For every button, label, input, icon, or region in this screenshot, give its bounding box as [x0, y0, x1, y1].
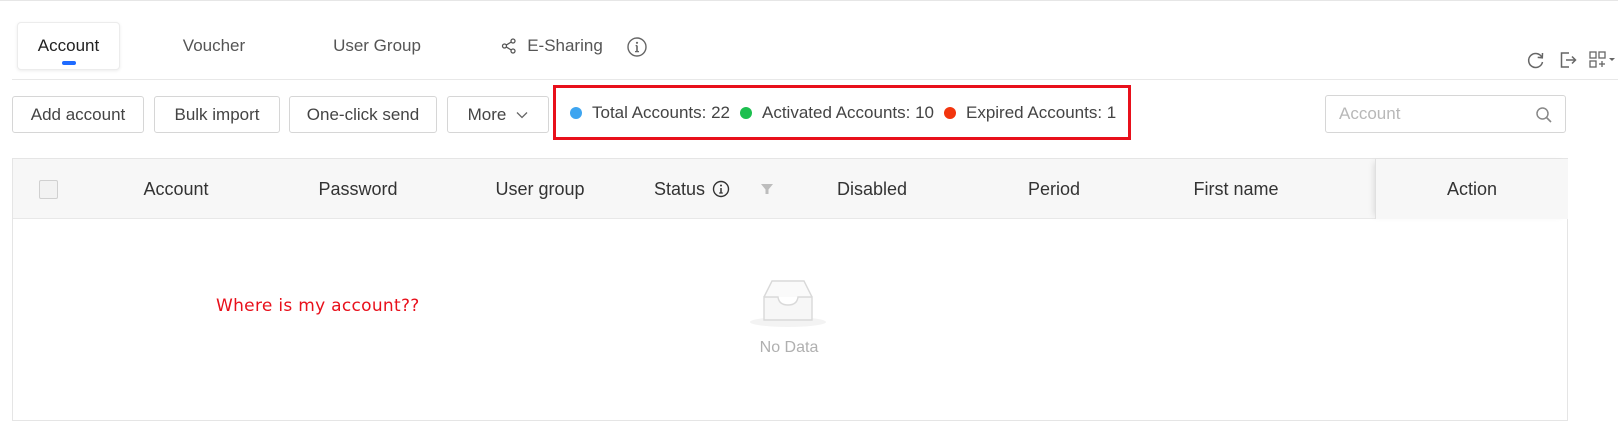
export-icon[interactable] — [1556, 48, 1580, 72]
account-stats-highlight: Total Accounts: 22 Activated Accounts: 1… — [553, 85, 1131, 140]
tab-label: E-Sharing — [527, 36, 603, 55]
expired-accounts-stat: Expired Accounts: 1 — [943, 102, 1117, 123]
add-account-button[interactable]: Add account — [12, 96, 144, 133]
tab-e-sharing[interactable]: E-Sharing — [494, 22, 610, 70]
status-dot-red — [943, 106, 956, 119]
one-click-send-button[interactable]: One-click send — [289, 96, 437, 133]
column-header-user-group: User group — [465, 159, 615, 219]
tab-divider — [12, 79, 1618, 80]
search-input[interactable] — [1339, 96, 1529, 132]
filter-icon[interactable] — [760, 182, 774, 196]
info-circle-icon[interactable] — [626, 36, 648, 58]
column-header-password: Password — [283, 159, 433, 219]
top-border — [0, 0, 1618, 1]
active-tab-indicator — [61, 61, 76, 65]
button-label: More — [467, 104, 507, 124]
empty-inbox-icon — [738, 275, 838, 336]
more-dropdown-button[interactable]: More — [447, 96, 549, 133]
column-label: Action — [1446, 178, 1498, 199]
stat-label: Total Accounts: 22 — [592, 102, 730, 122]
stat-label: Expired Accounts: 1 — [965, 102, 1117, 122]
column-label: Status — [653, 178, 706, 199]
empty-state-text: No Data — [759, 339, 819, 356]
refresh-icon[interactable] — [1524, 48, 1548, 72]
column-label: User group — [495, 178, 585, 199]
activated-accounts-stat: Activated Accounts: 10 — [739, 102, 934, 123]
button-label: One-click send — [306, 104, 420, 124]
tab-user-group[interactable]: User Group — [318, 22, 436, 70]
table-header: Account Password User group Status Disab… — [13, 159, 1568, 219]
select-all-checkbox[interactable] — [39, 180, 58, 199]
table-tools — [1524, 48, 1618, 72]
button-label: Add account — [30, 104, 126, 124]
status-info-icon[interactable] — [712, 180, 730, 198]
annotation-text: Where is my account?? — [216, 296, 420, 316]
column-label: Disabled — [836, 178, 908, 199]
tab-label: Account — [37, 36, 100, 55]
status-dot-blue — [570, 106, 582, 119]
grid-settings-icon[interactable] — [1588, 48, 1618, 72]
column-header-status: Status — [639, 159, 789, 219]
column-label: Period — [1027, 178, 1081, 199]
stat-label: Activated Accounts: 10 — [761, 102, 934, 122]
column-label: Account — [143, 178, 209, 199]
share-icon — [501, 38, 517, 54]
button-label: Bulk import — [174, 104, 260, 124]
column-header-disabled: Disabled — [797, 159, 947, 219]
search-icon[interactable] — [1535, 106, 1553, 124]
bulk-import-button[interactable]: Bulk import — [154, 96, 280, 133]
total-accounts-stat: Total Accounts: 22 — [570, 103, 730, 123]
tab-label: Voucher — [182, 36, 246, 55]
tab-voucher[interactable]: Voucher — [170, 22, 258, 70]
column-header-account[interactable]: Account — [101, 159, 251, 219]
chevron-down-icon — [516, 111, 528, 119]
account-search-box — [1325, 95, 1566, 133]
column-label: Password — [318, 178, 398, 199]
tab-label: User Group — [333, 36, 421, 55]
status-dot-green — [739, 106, 752, 119]
column-header-period: Period — [979, 159, 1129, 219]
column-label: First name — [1193, 178, 1279, 199]
tab-account[interactable]: Account — [17, 22, 120, 70]
column-header-first-name: First name — [1161, 159, 1311, 219]
column-header-action: Action — [1375, 159, 1568, 219]
